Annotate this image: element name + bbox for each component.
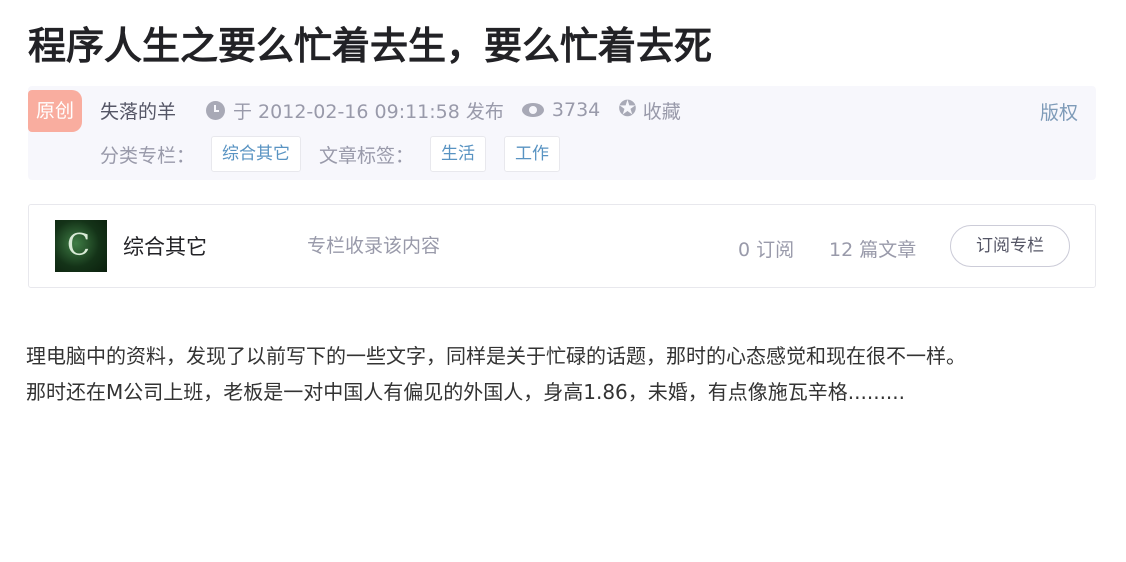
meta-tags-row: 分类专栏： 综合其它 文章标签： 生活 工作 [100,136,578,172]
tags-label: 文章标签： [319,144,415,167]
publish-time: 于 2012-02-16 09:11:58 发布 [233,100,504,123]
article-content: 理电脑中的资料，发现了以前写下的一些文字，同样是关于忙碌的话题，那时的心态感觉和… [26,338,1098,410]
column-card: C 综合其它 专栏收录该内容 0 订阅 12 篇文章 订阅专栏 [28,204,1096,288]
article-meta-box: 原创 失落的羊 于 2012-02-16 09:11:58 发布 3734 ✪ … [28,86,1096,180]
column-article-count: 12 篇文章 [829,239,917,261]
column-subscriber-count: 0 订阅 [738,239,795,261]
column-avatar[interactable]: C [55,220,107,272]
category-label: 分类专栏： [100,144,196,167]
content-paragraph: 理电脑中的资料，发现了以前写下的一些文字，同样是关于忙碌的话题，那时的心态感觉和… [26,344,966,368]
column-description: 专栏收录该内容 [307,235,441,257]
tag-life[interactable]: 生活 [430,136,487,172]
article-title: 程序人生之要么忙着去生，要么忙着去死 [28,24,713,68]
meta-info-row: 失落的羊 于 2012-02-16 09:11:58 发布 3734 ✪ 收藏 [100,96,681,124]
tag-work[interactable]: 工作 [504,136,561,172]
eye-icon [521,103,544,117]
favorite-button[interactable]: 收藏 [643,97,681,124]
original-badge: 原创 [28,90,82,132]
star-icon[interactable]: ✪ [618,99,636,121]
clock-icon [206,100,226,120]
subscribe-column-button[interactable]: 订阅专栏 [950,225,1070,267]
column-name[interactable]: 综合其它 [123,231,207,261]
content-paragraph: 那时还在M公司上班，老板是一对中国人有偏见的外国人，身高1.86，未婚，有点像施… [26,380,906,404]
view-count: 3734 [551,99,601,121]
category-tag[interactable]: 综合其它 [211,136,302,172]
author-link[interactable]: 失落的羊 [100,97,176,124]
copyright-link[interactable]: 版权 [1040,98,1078,125]
